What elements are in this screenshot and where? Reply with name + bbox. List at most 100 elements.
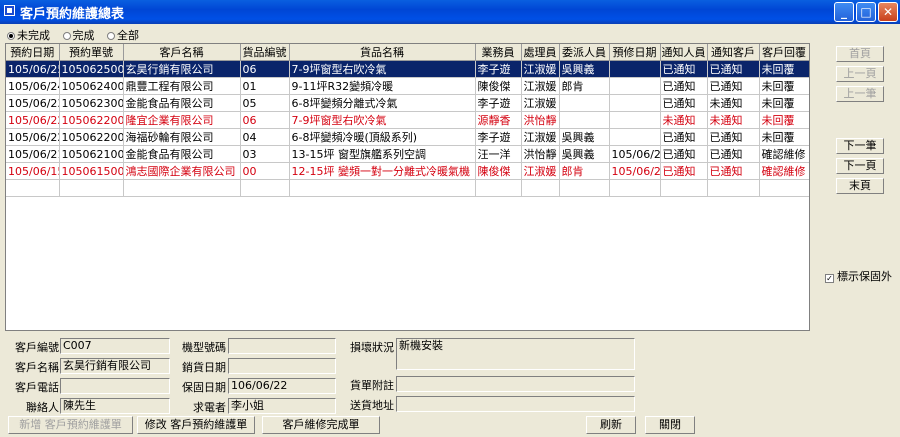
- edit-appointment-button[interactable]: 修改 客戶預約維護單: [137, 416, 255, 434]
- cell: 105/06/22: [6, 111, 60, 129]
- contact-label: 聯絡人: [26, 401, 59, 414]
- cell: [475, 179, 522, 197]
- radio-incomplete-dot[interactable]: [7, 32, 15, 40]
- radio-complete-dot[interactable]: [62, 32, 71, 40]
- cell: 郎肯: [559, 77, 610, 95]
- minimize-button[interactable]: _: [834, 2, 854, 22]
- table-row[interactable]: 105/06/221050622001海福砂輪有限公司046-8坪變頻冷暖(頂級…: [6, 128, 809, 146]
- add-appointment-button[interactable]: 新增 客戶預約維護單: [8, 416, 133, 434]
- cell: 105/06/27: [609, 145, 661, 163]
- cell: 未回覆: [759, 60, 809, 78]
- first-page-button[interactable]: 首頁: [836, 46, 884, 62]
- next-page-button[interactable]: 下一頁: [836, 158, 884, 174]
- cell: 源靜香: [475, 111, 522, 129]
- radio-incomplete-label[interactable]: 未完成: [17, 29, 50, 42]
- cell: 江淑媛: [521, 77, 560, 95]
- cell: 未回覆: [759, 94, 809, 112]
- app-icon[interactable]: [4, 5, 15, 16]
- col-header-salesperson[interactable]: 業務員: [475, 44, 522, 61]
- cell: [609, 77, 661, 95]
- cell: 105/06/22: [6, 128, 60, 146]
- cell: 9-11坪R32變頻冷暖: [289, 77, 476, 95]
- cell: 1050623001: [59, 94, 124, 112]
- cell: [707, 179, 760, 197]
- next-record-button[interactable]: 下一筆: [836, 138, 884, 154]
- show-warranty-label[interactable]: 標示保固外: [837, 270, 892, 283]
- col-header-product-name[interactable]: 貨品名稱: [289, 44, 476, 61]
- caller-label: 求電者: [193, 401, 226, 414]
- radio-complete[interactable]: 完成: [62, 27, 95, 43]
- model-label: 機型號碼: [182, 341, 226, 354]
- table-row[interactable]: 105/06/221050622002隆宜企業有限公司067-9坪窗型右吹冷氣源…: [6, 111, 809, 129]
- cell: 陳俊傑: [475, 77, 522, 95]
- radio-complete-label[interactable]: 完成: [73, 29, 95, 42]
- radio-all[interactable]: 全部: [107, 27, 139, 43]
- contact-field[interactable]: 陳先生: [60, 398, 170, 414]
- table-row[interactable]: 105/06/151050615001鴻志國際企業有限公司0012-15坪 變頻…: [6, 162, 809, 180]
- cust-phone-field[interactable]: [60, 378, 170, 394]
- warranty-field[interactable]: 106/06/22: [228, 378, 336, 394]
- table-row[interactable]: 105/06/241050624001鼎豐工程有限公司019-11坪R32變頻冷…: [6, 77, 809, 95]
- prev-page-button[interactable]: 上一頁: [836, 66, 884, 82]
- table-row-new[interactable]: [6, 179, 809, 197]
- table-row[interactable]: 105/06/211050621001金能食品有限公司0313-15坪 窗型旗艦…: [6, 145, 809, 163]
- cust-name-label: 客戶名稱: [15, 361, 59, 374]
- cell: 已通知: [707, 77, 760, 95]
- cust-no-field[interactable]: C007: [60, 338, 170, 354]
- show-warranty-checkbox[interactable]: ✓ 標示保固外: [825, 268, 892, 284]
- table-row[interactable]: 105/06/251050625001玄昊行銷有限公司067-9坪窗型右吹冷氣李…: [6, 60, 809, 78]
- last-page-button[interactable]: 末頁: [836, 178, 884, 194]
- caller-field[interactable]: 李小姐: [228, 398, 336, 414]
- damage-field[interactable]: 新機安裝: [396, 338, 635, 370]
- radio-incomplete[interactable]: 未完成: [7, 27, 50, 43]
- refresh-button[interactable]: 刷新: [586, 416, 636, 434]
- warranty-label: 保固日期: [182, 381, 226, 394]
- col-header-product-code[interactable]: 貨品編號: [240, 44, 290, 61]
- maximize-button[interactable]: □: [856, 2, 876, 22]
- cell: 7-9坪窗型右吹冷氣: [289, 60, 476, 78]
- cell: [609, 128, 661, 146]
- cell: 已通知: [660, 145, 708, 163]
- address-field[interactable]: [396, 396, 635, 412]
- col-header-customer[interactable]: 客戶名稱: [123, 44, 241, 61]
- cust-no-label: 客戶編號: [15, 341, 59, 354]
- cell: 海福砂輪有限公司: [123, 128, 241, 146]
- radio-all-dot[interactable]: [107, 32, 115, 40]
- cell: 已通知: [660, 94, 708, 112]
- table-row[interactable]: 105/06/231050623001金能食品有限公司056-8坪變頻分離式冷氣…: [6, 94, 809, 112]
- cell: 105/06/24: [6, 77, 60, 95]
- col-header-repair-date[interactable]: 預修日期: [609, 44, 661, 61]
- cell: 金能食品有限公司: [123, 94, 241, 112]
- cell: 確認維修: [759, 145, 809, 163]
- col-header-handler[interactable]: 處理員: [521, 44, 560, 61]
- cell: 105/06/21: [6, 145, 60, 163]
- model-field[interactable]: [228, 338, 336, 354]
- cell: 105/06/15: [6, 162, 60, 180]
- sale-date-field[interactable]: [228, 358, 336, 374]
- repair-complete-button[interactable]: 客戶維修完成單: [262, 416, 380, 434]
- cell: 12-15坪 變頻一對一分離式冷暖氣機: [289, 162, 476, 180]
- close-button[interactable]: ✕: [878, 2, 898, 22]
- col-header-assignee[interactable]: 委派人員: [559, 44, 610, 61]
- checkmark-icon[interactable]: ✓: [825, 274, 834, 283]
- cust-name-field[interactable]: 玄昊行銷有限公司: [60, 358, 170, 374]
- cell: 隆宜企業有限公司: [123, 111, 241, 129]
- col-header-appt-date[interactable]: 預約日期: [6, 44, 60, 61]
- window-title: 客戶預約維護總表: [20, 7, 125, 22]
- cell: 玄昊行銷有限公司: [123, 60, 241, 78]
- prev-record-button[interactable]: 上一筆: [836, 86, 884, 102]
- cell: 吳興義: [559, 60, 610, 78]
- col-header-notifier[interactable]: 通知人員: [660, 44, 708, 61]
- col-header-appt-no[interactable]: 預約單號: [59, 44, 124, 61]
- sale-date-label: 銷貨日期: [182, 361, 226, 374]
- col-header-notify-customer[interactable]: 通知客戶: [707, 44, 760, 61]
- cell: 未通知: [707, 94, 760, 112]
- appointment-grid[interactable]: 預約日期 預約單號 客戶名稱 貨品編號 貨品名稱 業務員 處理員 委派人員 預修…: [5, 43, 810, 331]
- close-dialog-button[interactable]: 關閉: [645, 416, 695, 434]
- cell: [559, 94, 610, 112]
- cell: 03: [240, 145, 290, 163]
- note-field[interactable]: [396, 376, 635, 392]
- col-header-customer-reply[interactable]: 客戶回覆: [759, 44, 809, 61]
- cell: [559, 111, 610, 129]
- radio-all-label[interactable]: 全部: [117, 29, 139, 42]
